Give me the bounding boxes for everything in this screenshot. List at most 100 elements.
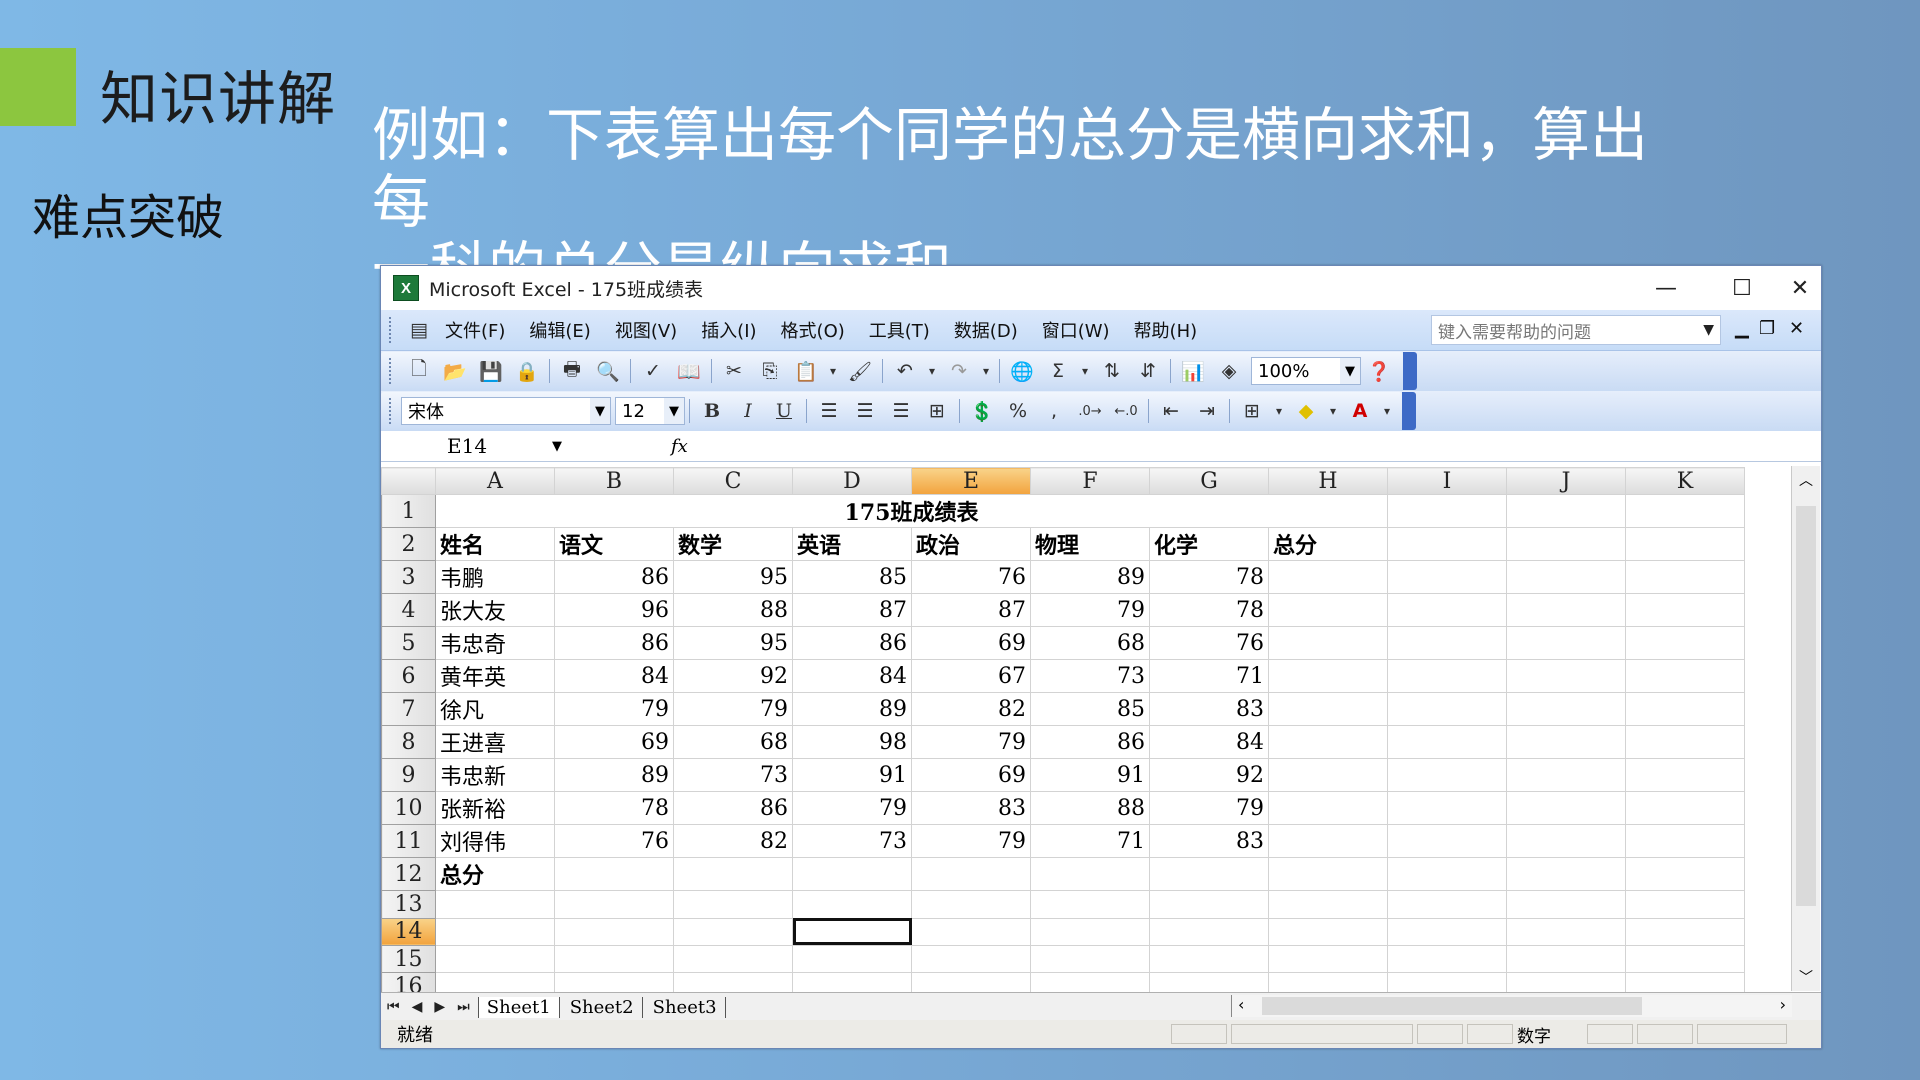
cell[interactable]: 刘得伟	[435, 824, 555, 859]
cell[interactable]	[1625, 593, 1745, 628]
print-preview-icon[interactable]: 🔍	[594, 357, 622, 385]
align-center-icon[interactable]: ☰	[851, 397, 879, 425]
chevron-down-icon[interactable]: ▾	[828, 357, 838, 385]
first-sheet-icon[interactable]: ⏮	[387, 999, 400, 1015]
cell[interactable]	[1506, 725, 1626, 760]
tab-sheet2[interactable]: Sheet2	[562, 996, 643, 1018]
paste-icon[interactable]: 📋	[792, 357, 820, 385]
cell[interactable]	[1149, 890, 1269, 919]
cell[interactable]: 98	[792, 725, 912, 760]
chevron-down-icon[interactable]: ▾	[1382, 397, 1392, 425]
cell[interactable]	[1268, 824, 1388, 859]
merge-center-icon[interactable]: ⊞	[923, 397, 951, 425]
cell[interactable]	[1149, 944, 1269, 974]
cell[interactable]	[1149, 857, 1269, 892]
cell[interactable]	[1625, 692, 1745, 727]
save-icon[interactable]: 💾	[477, 357, 505, 385]
cell[interactable]	[1387, 659, 1507, 694]
row-header[interactable]: 5	[381, 626, 436, 661]
cell[interactable]	[792, 890, 912, 919]
sort-descending-icon[interactable]: ⇵	[1134, 357, 1162, 385]
cell[interactable]: 86	[554, 560, 674, 595]
fill-color-icon[interactable]: ◆	[1292, 397, 1320, 425]
header-cell[interactable]: 英语	[792, 527, 912, 562]
chevron-right-icon[interactable]: ›	[1780, 995, 1786, 1014]
sort-ascending-icon[interactable]: ⇅	[1098, 357, 1126, 385]
cell[interactable]	[1387, 791, 1507, 826]
cell[interactable]: 68	[1030, 626, 1150, 661]
cell[interactable]: 85	[792, 560, 912, 595]
cell[interactable]	[1268, 917, 1388, 946]
menu-file[interactable]: 文件(F)	[445, 317, 505, 343]
cell[interactable]: 89	[554, 758, 674, 793]
cell[interactable]: 张大友	[435, 593, 555, 628]
cell[interactable]	[554, 917, 674, 946]
underline-icon[interactable]: U	[770, 397, 798, 425]
row-header[interactable]: 2	[381, 527, 436, 562]
cell[interactable]: 73	[792, 824, 912, 859]
grip-handle[interactable]	[389, 317, 395, 343]
row-header[interactable]: 15	[381, 944, 436, 974]
column-header[interactable]: H	[1268, 466, 1388, 496]
cell[interactable]	[1625, 560, 1745, 595]
toolbar-options-icon[interactable]	[1403, 352, 1417, 390]
name-box[interactable]: E14 ▼	[387, 433, 562, 459]
column-header[interactable]: C	[673, 466, 793, 496]
column-header[interactable]: J	[1506, 466, 1626, 496]
cell[interactable]	[1387, 494, 1507, 529]
cell[interactable]	[1506, 593, 1626, 628]
chevron-down-icon[interactable]: ▼	[1703, 322, 1714, 338]
sheet-title-cell[interactable]: 175班成绩表	[435, 494, 1388, 529]
cell[interactable]: 79	[1030, 593, 1150, 628]
cell[interactable]	[1030, 857, 1150, 892]
cell[interactable]: 83	[911, 791, 1031, 826]
menu-tools[interactable]: 工具(T)	[869, 317, 930, 343]
cell[interactable]	[911, 890, 1031, 919]
open-icon[interactable]: 📂	[441, 357, 469, 385]
cell[interactable]	[1625, 626, 1745, 661]
copy-icon[interactable]: ⎘	[756, 357, 784, 385]
cell[interactable]	[1387, 725, 1507, 760]
column-header[interactable]: F	[1030, 466, 1150, 496]
cell[interactable]: 69	[911, 758, 1031, 793]
cell[interactable]	[673, 917, 793, 946]
chevron-down-icon[interactable]: ▾	[927, 357, 937, 385]
cell[interactable]	[1268, 944, 1388, 974]
header-cell[interactable]: 化学	[1149, 527, 1269, 562]
cell[interactable]: 95	[673, 560, 793, 595]
align-left-icon[interactable]: ☰	[815, 397, 843, 425]
cell[interactable]: 79	[911, 824, 1031, 859]
cell[interactable]: 张新裕	[435, 791, 555, 826]
help-icon[interactable]: ❓	[1365, 357, 1393, 385]
decrease-indent-icon[interactable]: ⇤	[1157, 397, 1185, 425]
cell[interactable]	[1506, 494, 1626, 529]
column-header[interactable]: B	[554, 466, 674, 496]
cell[interactable]: 韦鹏	[435, 560, 555, 595]
header-cell[interactable]: 语文	[554, 527, 674, 562]
chart-wizard-icon[interactable]: 📊	[1179, 357, 1207, 385]
cell[interactable]: 78	[1149, 593, 1269, 628]
cell[interactable]	[1506, 890, 1626, 919]
cell[interactable]	[1625, 944, 1745, 974]
font-name-select[interactable]: 宋体 ▼	[401, 397, 611, 425]
cell[interactable]: 86	[1030, 725, 1150, 760]
vertical-scrollbar[interactable]: ︿ ﹀	[1791, 466, 1820, 991]
cell[interactable]	[1625, 890, 1745, 919]
row-header[interactable]: 6	[381, 659, 436, 694]
decrease-decimal-icon[interactable]: ←.0	[1112, 397, 1140, 425]
italic-icon[interactable]: I	[734, 397, 762, 425]
cell[interactable]: 86	[792, 626, 912, 661]
spelling-icon[interactable]: ✓	[639, 357, 667, 385]
help-search-input[interactable]: 键入需要帮助的问题 ▼	[1431, 315, 1721, 345]
cell[interactable]	[1625, 917, 1745, 946]
cell[interactable]: 83	[1149, 824, 1269, 859]
font-color-icon[interactable]: A	[1346, 397, 1374, 425]
cell[interactable]	[1625, 824, 1745, 859]
column-header[interactable]: A	[435, 466, 555, 496]
permission-icon[interactable]: 🔒	[513, 357, 541, 385]
column-header-selected[interactable]: E	[911, 466, 1031, 496]
cell[interactable]	[1268, 791, 1388, 826]
cell[interactable]	[1625, 725, 1745, 760]
cell[interactable]	[673, 944, 793, 974]
increase-indent-icon[interactable]: ⇥	[1193, 397, 1221, 425]
